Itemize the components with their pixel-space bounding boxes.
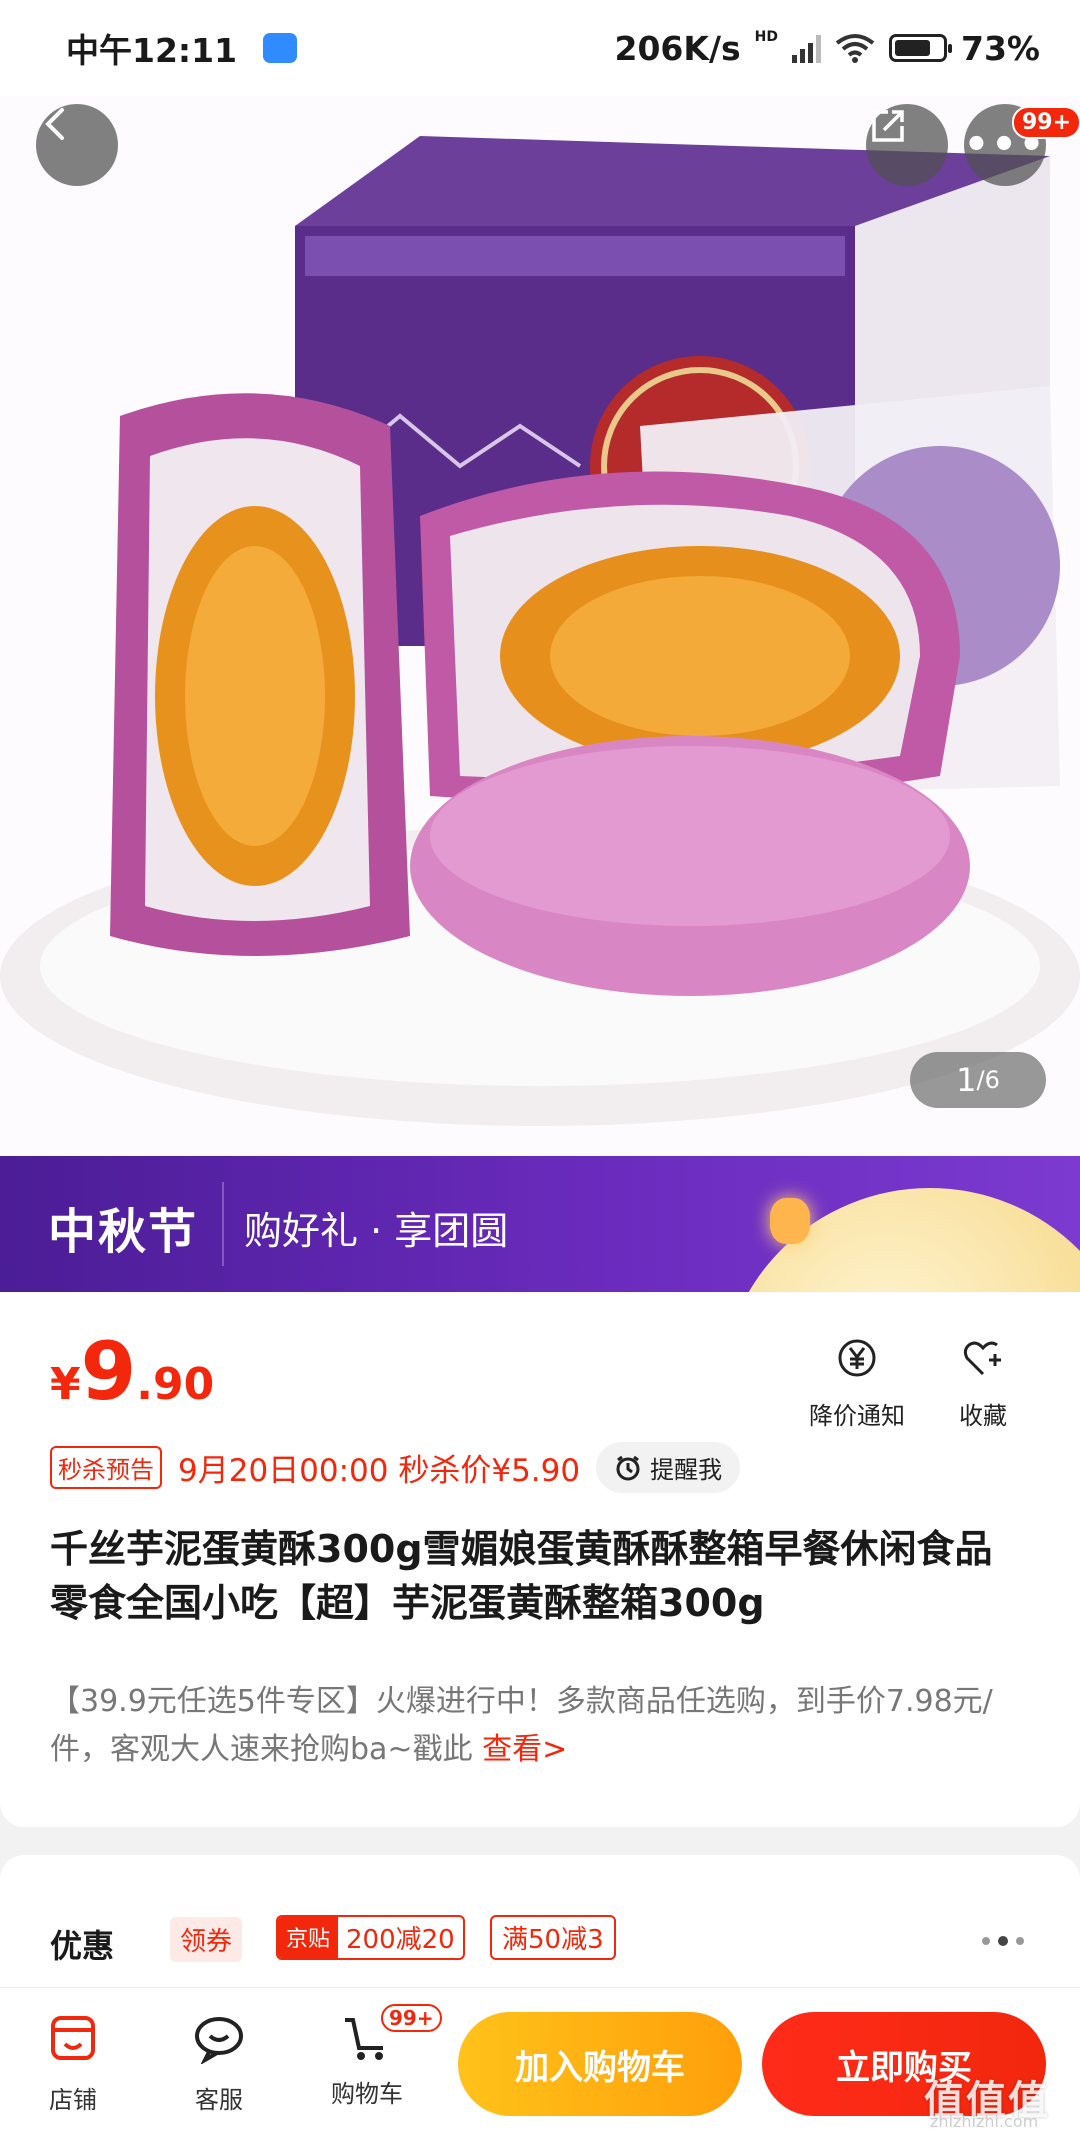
heart-plus-icon: [963, 1341, 1001, 1376]
add-to-cart-button[interactable]: 加入购物车: [458, 2012, 742, 2116]
share-icon: [872, 110, 904, 142]
coupon-section-label: 优惠: [50, 1927, 115, 1965]
battery-percent: 73%: [961, 28, 1040, 68]
network-speed: 206K/s: [614, 28, 741, 68]
full-reduce-coupon[interactable]: 满50减3: [490, 1915, 616, 1960]
alarm-clock-icon: [616, 1455, 640, 1480]
flash-sale-row: 秒杀预告 9月20日00:00 秒杀价¥5.90 提醒我: [50, 1442, 741, 1493]
chevron-left-icon: [45, 108, 64, 140]
product-price: ¥ 9 .90: [50, 1332, 214, 1412]
yen-bell-icon: [838, 1339, 876, 1377]
price-alert-label: 降价通知: [809, 1402, 905, 1430]
image-counter-total: /6: [976, 1066, 1000, 1094]
price-integer: 9: [80, 1325, 137, 1418]
status-time: 中午12:11: [66, 31, 238, 70]
banner-subtitle: 购好礼 · 享团圆: [244, 1209, 509, 1253]
price-currency: ¥: [50, 1359, 81, 1410]
jingtie-tag: 京贴: [278, 1917, 339, 1958]
image-counter-current: 1: [956, 1061, 977, 1099]
banner-divider: [222, 1182, 224, 1266]
shop-label: 店铺: [49, 2086, 97, 2114]
flash-sale-text: 9月20日00:00 秒杀价¥5.90: [178, 1453, 581, 1489]
cart-tab[interactable]: 99+ 购物车: [312, 2004, 442, 2109]
cart-label: 购物车: [331, 2080, 403, 2108]
favorite-button[interactable]: 收藏: [918, 1336, 1048, 1431]
customer-service-tab[interactable]: 客服: [164, 2012, 274, 2115]
cart-count-badge: 99+: [381, 2004, 442, 2032]
coupon-more-dots-icon[interactable]: [982, 1936, 1024, 1946]
battery-icon: [889, 34, 952, 62]
cart-icon-wrapper: 99+: [341, 2004, 442, 2064]
chat-bubble-icon: [195, 2017, 243, 2066]
customer-service-label: 客服: [195, 2086, 243, 2114]
status-bar: 中午12:11 206K/s HD 73%: [0, 0, 1080, 96]
hd-label: HD: [754, 28, 778, 45]
back-button[interactable]: [36, 104, 118, 186]
price-decimal: .90: [136, 1359, 215, 1410]
image-counter: 1/6: [910, 1052, 1046, 1108]
banner-title: 中秋节: [48, 1204, 199, 1260]
shop-icon: [51, 2016, 95, 2060]
promo-text: 【39.9元任选5件专区】火爆进行中！多款商品任选购，到手价7.98元/件，客观…: [50, 1678, 1030, 1774]
price-card: ¥ 9 .90 降价通知 收藏 秒杀预告 9月20日00:00 秒杀价¥5.90…: [0, 1292, 1080, 1827]
product-title: 千丝芋泥蛋黄酥300g雪媚娘蛋黄酥酥整箱早餐休闲食品零食全国小吃【超】芋泥蛋黄酥…: [50, 1527, 993, 1625]
jingtie-coupon[interactable]: 京贴 200减20: [276, 1915, 465, 1960]
product-image-gallery[interactable]: ••• 99+ 1/6: [0, 96, 1080, 1156]
mid-autumn-banner[interactable]: 中秋节 购好礼 · 享团圆: [0, 1156, 1080, 1292]
jingtie-value: 200减20: [346, 1925, 455, 1955]
wifi-icon: [835, 34, 875, 63]
remind-me-label: 提醒我: [650, 1456, 723, 1484]
price-alert-button[interactable]: 降价通知: [792, 1336, 922, 1431]
message-badge: 99+: [1012, 106, 1080, 139]
promo-view-link[interactable]: 查看>: [482, 1732, 567, 1767]
notification-app-icon: [263, 33, 298, 63]
shop-tab[interactable]: 店铺: [18, 2012, 128, 2115]
bottom-action-bar: 店铺 客服 99+ 购物车 加入购物车 立即购买: [0, 1987, 1080, 2140]
lantern-decoration: [770, 1198, 810, 1244]
share-button[interactable]: [866, 104, 948, 186]
favorite-label: 收藏: [959, 1402, 1007, 1430]
product-photo: [0, 96, 1080, 1156]
claim-coupon-tag[interactable]: 领券: [170, 1917, 243, 1962]
flash-sale-tag: 秒杀预告: [50, 1446, 162, 1489]
remind-me-button[interactable]: 提醒我: [596, 1442, 741, 1493]
site-watermark-url: zhizhizhi.com: [930, 2112, 1039, 2131]
signal-icon: [792, 33, 821, 63]
